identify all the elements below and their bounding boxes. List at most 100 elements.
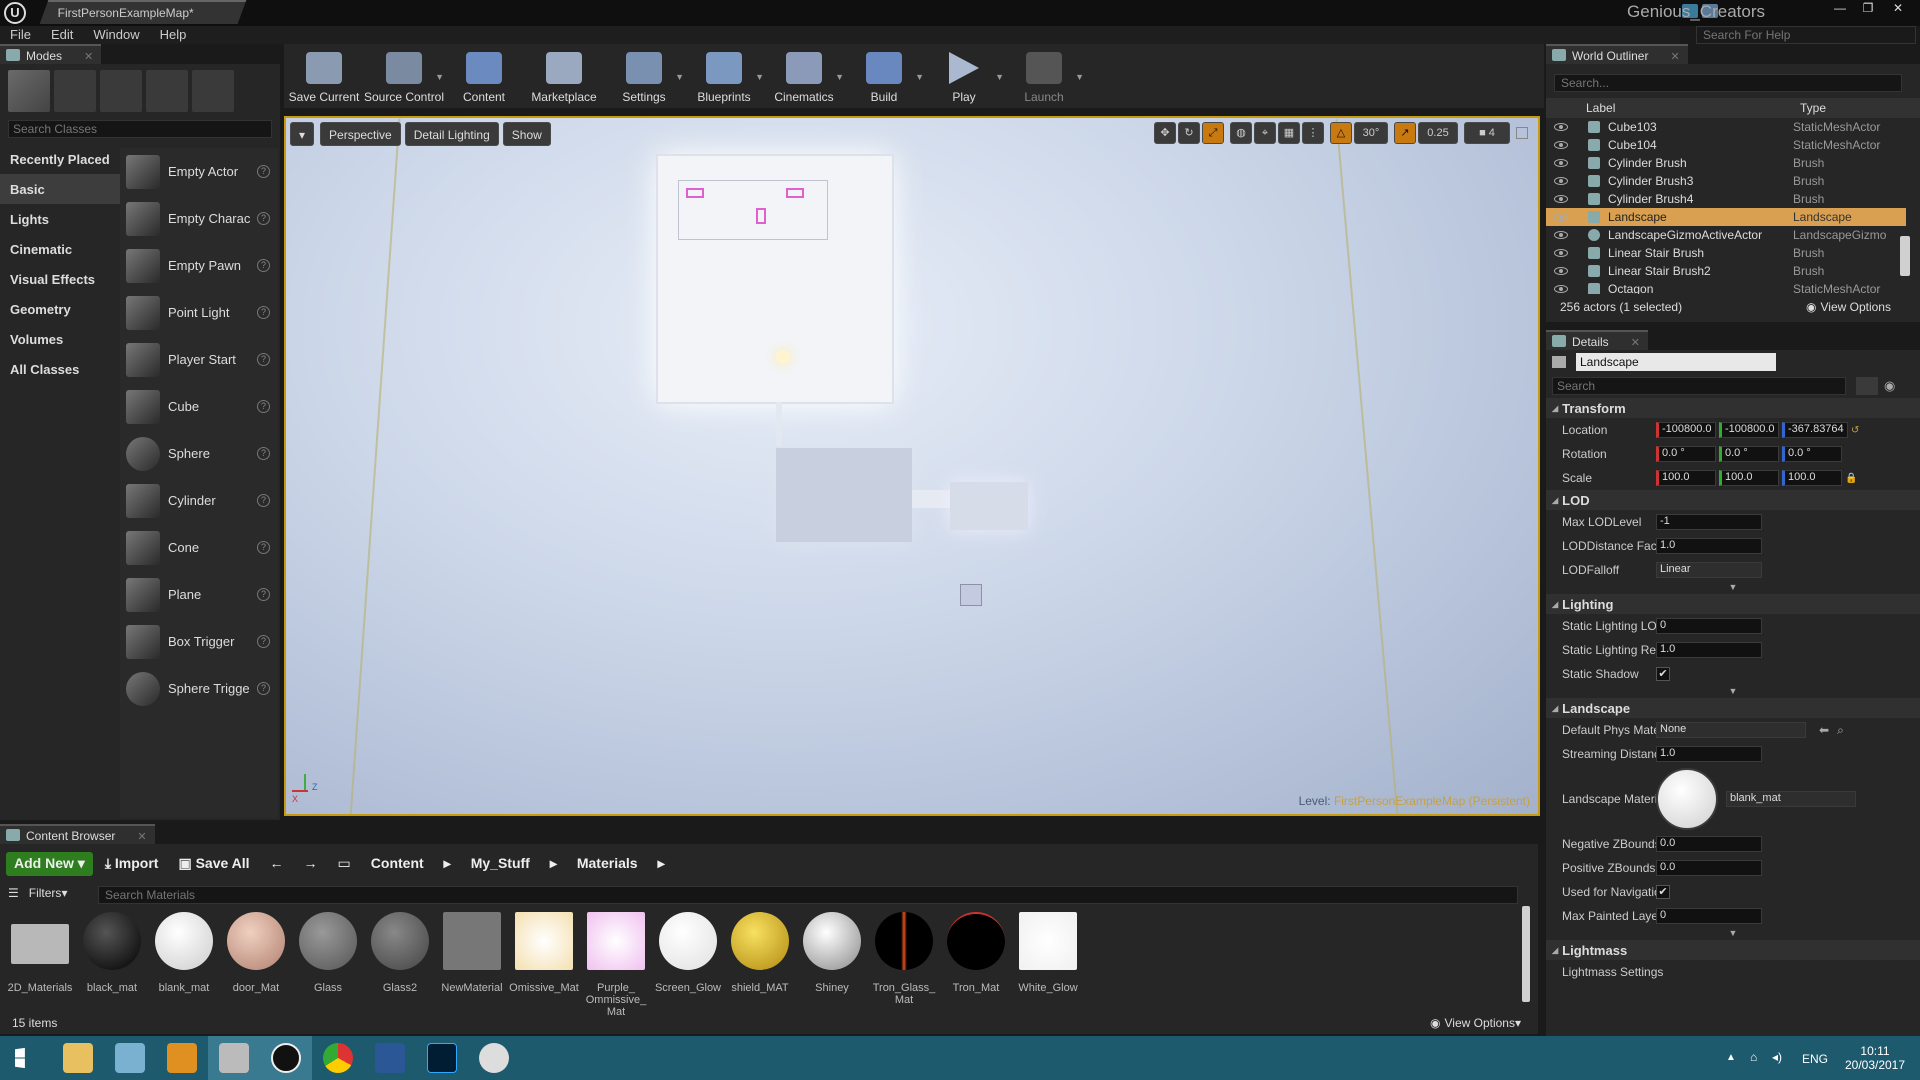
static-lighting-lod-input[interactable]: 0	[1656, 618, 1762, 634]
taskbar-photoshop[interactable]	[416, 1036, 468, 1080]
list-item[interactable]: Sphere?	[120, 430, 278, 477]
dropdown-arrow-icon[interactable]: ▼	[755, 72, 764, 82]
expand-advanced-icon[interactable]: ▼	[1546, 686, 1920, 698]
list-item[interactable]: Player Start?	[120, 336, 278, 383]
camera-speed[interactable]: ■ 4	[1464, 122, 1510, 144]
lod-section-header[interactable]: LOD	[1546, 490, 1920, 510]
asset-tile[interactable]: Purple_ Ommissive_ Mat	[580, 912, 652, 1018]
help-icon[interactable]: ?	[257, 306, 270, 319]
pos-zbounds-input[interactable]: 0.0	[1656, 860, 1762, 876]
place-mode-icon[interactable]	[8, 70, 50, 112]
category-cinematic[interactable]: Cinematic	[0, 234, 120, 264]
help-icon[interactable]: ?	[257, 588, 270, 601]
maximize-viewport-icon[interactable]	[1516, 127, 1528, 139]
folder-icon[interactable]: ▭	[330, 852, 359, 876]
asset-tile[interactable]: Glass2	[364, 912, 436, 994]
taskbar-notes[interactable]	[104, 1036, 156, 1080]
surface-snap-icon[interactable]: ⌖	[1254, 122, 1276, 144]
table-row[interactable]: Cylinder Brush Brush	[1546, 154, 1906, 172]
rotate-icon[interactable]: ↻	[1178, 122, 1200, 144]
asset-tile[interactable]: Tron_Mat	[940, 912, 1012, 994]
forward-icon[interactable]: →	[296, 852, 326, 876]
table-row[interactable]: Cube104 StaticMeshActor	[1546, 136, 1906, 154]
document-tab[interactable]: FirstPersonExampleMap*	[39, 0, 247, 24]
taskbar-paint[interactable]	[468, 1036, 520, 1080]
table-row-selected[interactable]: Landscape Landscape	[1546, 208, 1906, 226]
expand-advanced-icon[interactable]: ▼	[1546, 928, 1920, 940]
taskbar-sublime[interactable]	[156, 1036, 208, 1080]
column-type-header[interactable]: Type	[1800, 101, 1826, 115]
close-button[interactable]: ✕	[1884, 0, 1912, 18]
small-cube[interactable]	[960, 584, 982, 606]
launch-button[interactable]: Launch ▼	[1004, 44, 1084, 108]
asset-tile[interactable]: Screen_Glow	[652, 912, 724, 994]
close-icon[interactable]: ✕	[1670, 51, 1679, 63]
breadcrumb-separator-icon[interactable]: ▸	[542, 852, 565, 876]
rotation-snap-icon[interactable]: △	[1330, 122, 1352, 144]
maximize-button[interactable]: ❐	[1854, 0, 1882, 18]
close-icon[interactable]: ✕	[1631, 337, 1640, 349]
filters-button[interactable]: ☰ Filters ▾	[8, 886, 67, 900]
detail-lighting-button[interactable]: Detail Lighting	[404, 122, 499, 146]
breadcrumb-separator-icon[interactable]: ▸	[436, 852, 459, 876]
scale-snap-icon[interactable]: ↗	[1394, 122, 1416, 144]
show-button[interactable]: Show	[502, 122, 551, 146]
list-item[interactable]: Cone?	[120, 524, 278, 571]
list-item[interactable]: Empty Pawn?	[120, 242, 278, 289]
menu-help[interactable]: Help	[150, 26, 197, 44]
browse-icon[interactable]: ⌕	[1837, 723, 1844, 738]
visibility-eye-icon[interactable]: ◉	[1884, 378, 1895, 394]
asset-tile[interactable]: NewMaterial	[436, 912, 508, 994]
landscape-material-select[interactable]: blank_mat	[1726, 791, 1856, 807]
asset-tile[interactable]: Omissive_Mat	[508, 912, 580, 994]
geometry-mode-icon[interactable]	[192, 70, 234, 112]
outliner-scrollbar[interactable]	[1900, 236, 1910, 276]
help-icon[interactable]: ?	[257, 259, 270, 272]
scale-x-input[interactable]: 100.0	[1656, 470, 1716, 486]
search-classes-input[interactable]	[8, 120, 272, 138]
static-shadow-checkbox[interactable]: ✔	[1656, 667, 1670, 681]
start-button[interactable]	[0, 1036, 52, 1080]
close-icon[interactable]: ✕	[84, 51, 93, 63]
asset-tile[interactable]: Glass	[292, 912, 364, 994]
landscape-section-header[interactable]: Landscape	[1546, 698, 1920, 718]
list-item[interactable]: Cylinder?	[120, 477, 278, 524]
level-viewport[interactable]: ▾ Perspective Detail Lighting Show ✥ ↻ ⤢…	[284, 116, 1540, 816]
category-visual-effects[interactable]: Visual Effects	[0, 264, 120, 294]
tab-details[interactable]: Details ✕	[1546, 330, 1648, 350]
content-view-options[interactable]: ◉ View Options ▾	[1430, 1016, 1521, 1030]
phys-material-select[interactable]: None	[1656, 722, 1806, 738]
list-item[interactable]: Empty Actor?	[120, 148, 278, 195]
import-button[interactable]: ⤓ Import	[97, 852, 167, 876]
help-icon[interactable]: ?	[257, 447, 270, 460]
back-icon[interactable]: ←	[262, 852, 292, 876]
eye-icon[interactable]	[1554, 231, 1568, 239]
breadcrumb-separator-icon[interactable]: ▸	[650, 852, 673, 876]
lock-icon[interactable]: 🔒	[1845, 473, 1857, 484]
marketplace-button[interactable]: Marketplace	[524, 44, 604, 108]
landscape-mode-icon[interactable]	[100, 70, 142, 112]
translate-icon[interactable]: ✥	[1154, 122, 1176, 144]
content-button[interactable]: Content	[444, 44, 524, 108]
dropdown-arrow-icon[interactable]: ▼	[675, 72, 684, 82]
content-scrollbar[interactable]	[1522, 906, 1530, 1002]
grid-size-icon[interactable]: ⋮	[1302, 122, 1324, 144]
list-item[interactable]: Cube?	[120, 383, 278, 430]
eye-icon[interactable]	[1554, 213, 1568, 221]
menu-window[interactable]: Window	[83, 26, 149, 44]
category-geometry[interactable]: Geometry	[0, 294, 120, 324]
scale-icon[interactable]: ⤢	[1202, 122, 1224, 144]
eye-icon[interactable]	[1554, 267, 1568, 275]
asset-tile[interactable]: shield_MAT	[724, 912, 796, 994]
list-item[interactable]: Sphere Trigge?	[120, 665, 278, 712]
max-lod-input[interactable]: -1	[1656, 514, 1762, 530]
eye-icon[interactable]	[1554, 123, 1568, 131]
lod-falloff-select[interactable]: Linear	[1656, 562, 1762, 578]
details-search-input[interactable]	[1552, 377, 1846, 395]
use-selected-icon[interactable]: ⬅	[1819, 723, 1829, 737]
category-basic[interactable]: Basic	[0, 174, 120, 204]
blueprints-button[interactable]: Blueprints ▼	[684, 44, 764, 108]
asset-tile[interactable]: Shiney	[796, 912, 868, 994]
dropdown-arrow-icon[interactable]: ▼	[1075, 72, 1084, 82]
minimize-button[interactable]: —	[1826, 0, 1854, 18]
